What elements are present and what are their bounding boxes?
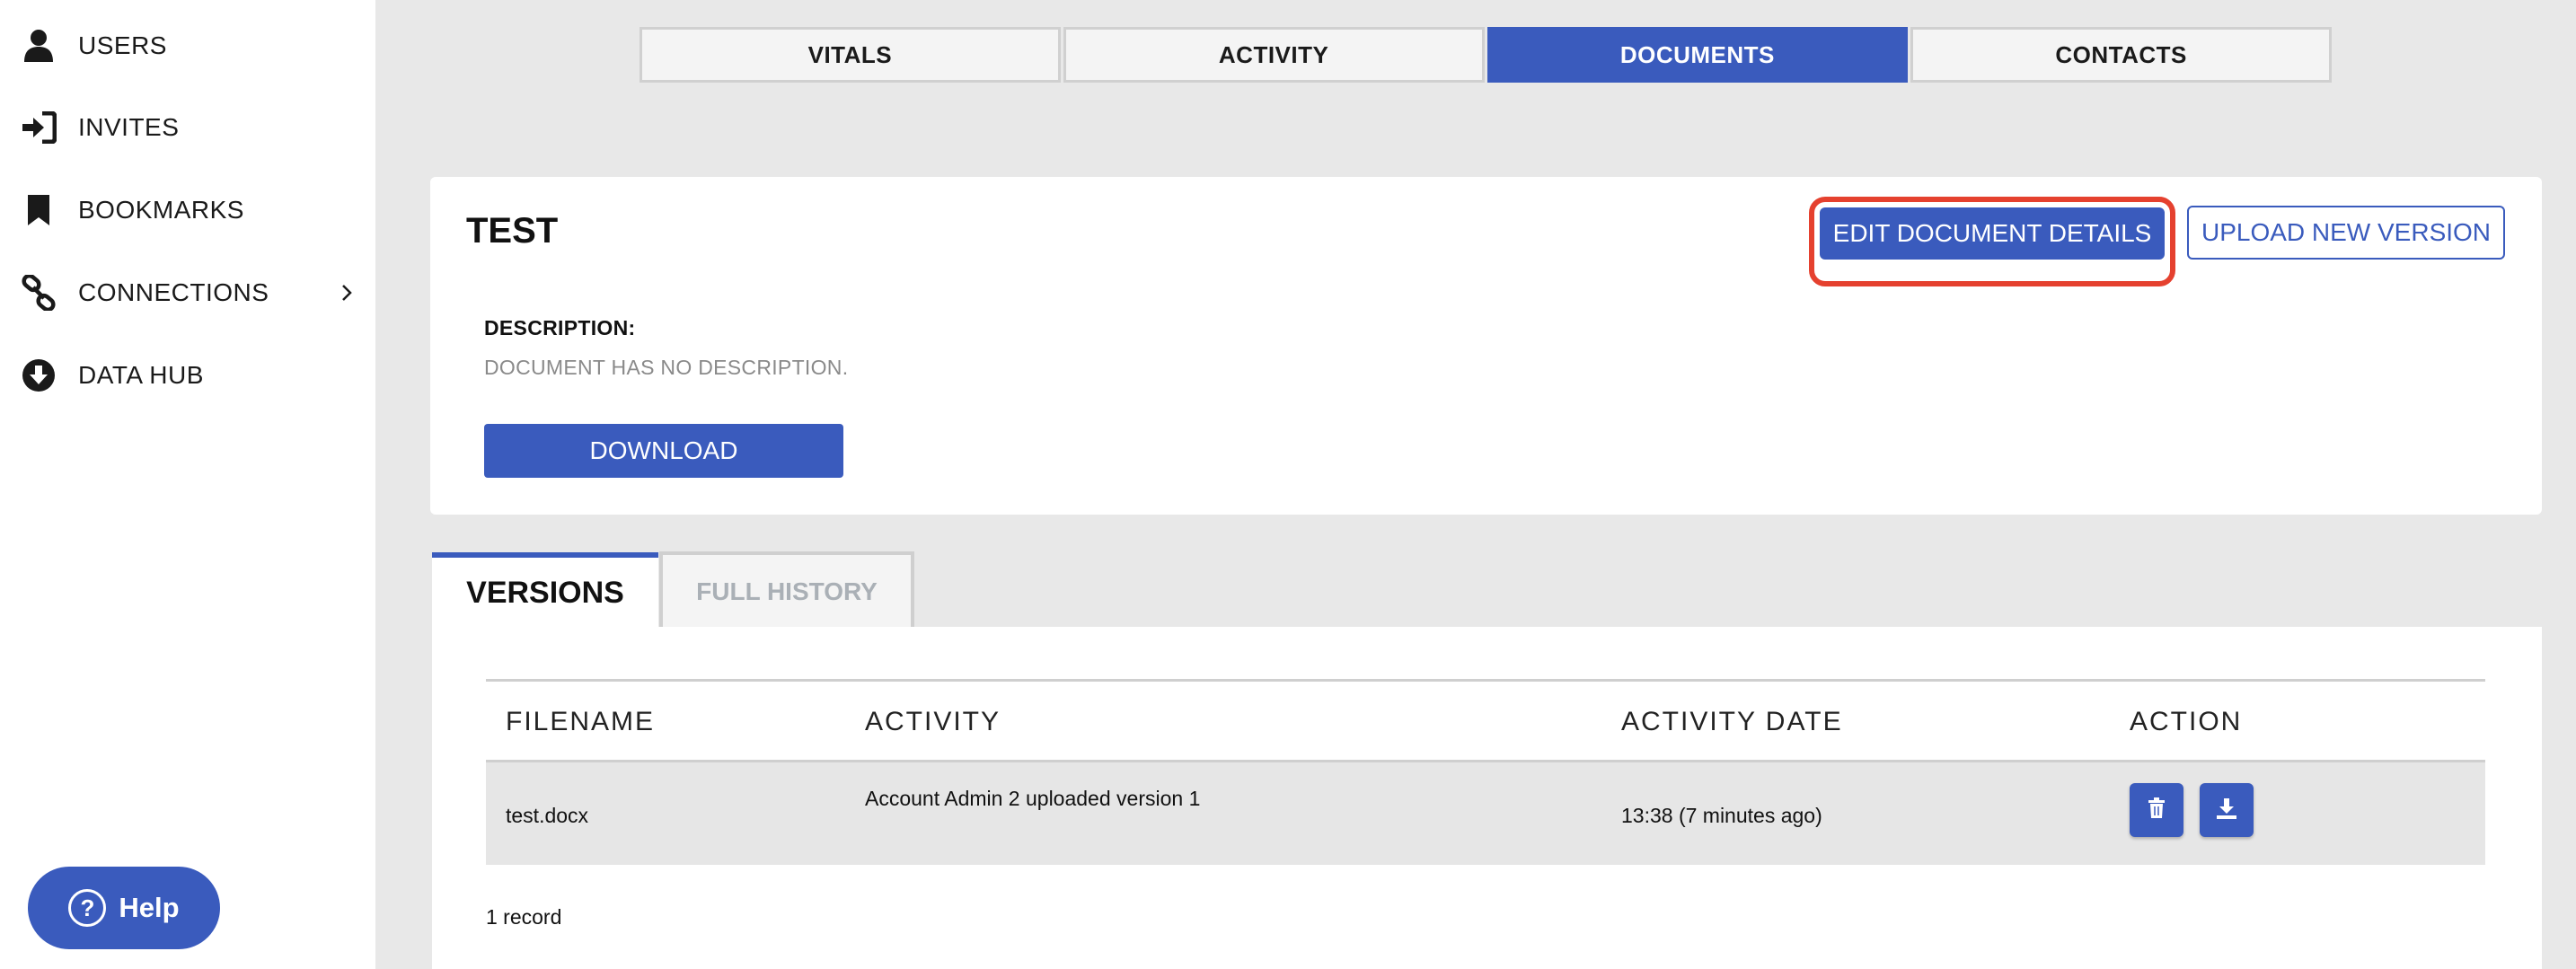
download-version-button[interactable] [2200, 783, 2254, 837]
sidebar: USERS INVITES BOOKMARKS CONNECTIONS DATA… [0, 0, 375, 969]
header-activity-date[interactable]: ACTIVITY DATE [1621, 682, 1843, 762]
edit-document-details-button[interactable]: EDIT DOCUMENT DETAILS [1820, 207, 2165, 260]
download-icon [2215, 797, 2238, 824]
row-activity-date: 13:38 (7 minutes ago) [1621, 804, 1822, 827]
versions-panel: FILENAME ACTIVITY ACTIVITY DATE ACTION t… [432, 627, 2542, 969]
sidebar-item-label: BOOKMARKS [78, 196, 244, 224]
table-header: FILENAME ACTIVITY ACTIVITY DATE ACTION [486, 679, 2485, 762]
description-label: DESCRIPTION: [484, 316, 636, 339]
help-button[interactable]: ? Help [28, 867, 220, 949]
download-circle-icon [20, 357, 57, 394]
versions-table: FILENAME ACTIVITY ACTIVITY DATE ACTION t… [486, 679, 2485, 865]
user-icon [20, 27, 57, 65]
trash-icon [2147, 797, 2166, 824]
link-icon [20, 274, 57, 312]
download-button[interactable]: DOWNLOAD [484, 424, 843, 478]
header-activity[interactable]: ACTIVITY [865, 682, 1001, 762]
sidebar-item-users[interactable]: USERS [0, 10, 375, 82]
sidebar-item-bookmarks[interactable]: BOOKMARKS [0, 174, 375, 246]
tab-full-history[interactable]: FULL HISTORY [659, 551, 914, 629]
sidebar-item-data-hub[interactable]: DATA HUB [0, 339, 375, 411]
help-label: Help [119, 892, 180, 923]
row-activity: Account Admin 2 uploaded version 1 [865, 787, 1201, 810]
tab-documents[interactable]: DOCUMENTS [1486, 27, 1909, 83]
sidebar-item-label: USERS [78, 31, 167, 59]
sidebar-item-label: DATA HUB [78, 361, 204, 389]
chevron-right-icon [338, 279, 356, 306]
question-icon: ? [68, 889, 107, 927]
table-row: test.docx Account Admin 2 uploaded versi… [486, 762, 2485, 865]
record-count: 1 record [486, 905, 562, 929]
document-title: TEST [466, 211, 559, 251]
tab-activity[interactable]: ACTIVITY [1063, 27, 1485, 83]
sidebar-item-connections[interactable]: CONNECTIONS [0, 257, 375, 329]
delete-button[interactable] [2130, 783, 2183, 837]
row-filename: test.docx [506, 804, 589, 827]
sidebar-item-invites[interactable]: INVITES [0, 92, 375, 163]
bookmark-icon [20, 191, 57, 229]
sidebar-item-label: CONNECTIONS [78, 278, 269, 306]
tab-contacts[interactable]: CONTACTS [1910, 27, 2332, 83]
tab-vitals[interactable]: VITALS [640, 27, 1061, 83]
document-card: TEST EDIT DOCUMENT DETAILS UPLOAD NEW VE… [430, 177, 2542, 515]
sidebar-item-label: INVITES [78, 113, 180, 141]
top-tabs: VITALS ACTIVITY DOCUMENTS CONTACTS [640, 27, 2332, 83]
header-filename[interactable]: FILENAME [506, 682, 655, 762]
upload-new-version-button[interactable]: UPLOAD NEW VERSION [2187, 206, 2505, 260]
description-value: DOCUMENT HAS NO DESCRIPTION. [484, 356, 849, 379]
header-action: ACTION [2130, 707, 2243, 736]
tab-versions[interactable]: VERSIONS [432, 552, 658, 628]
sign-in-icon [20, 109, 57, 146]
